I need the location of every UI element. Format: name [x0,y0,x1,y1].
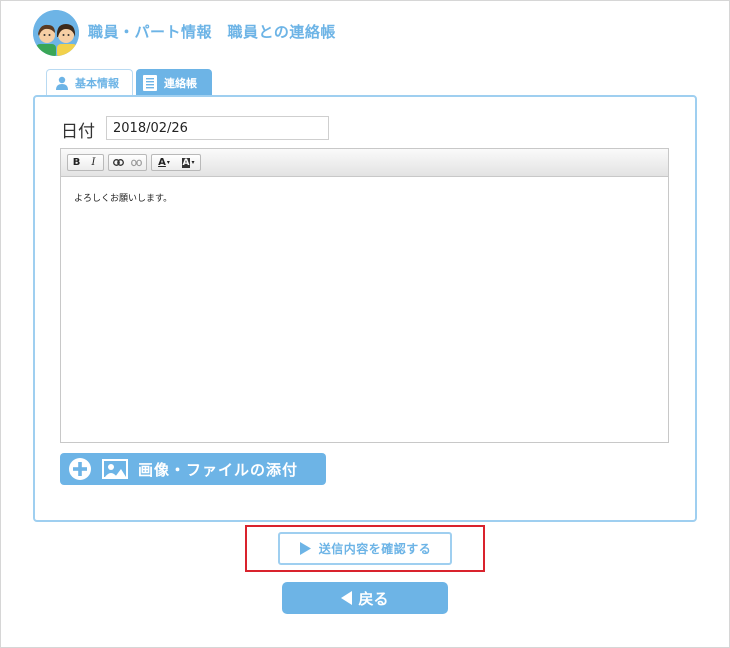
tab-basic-info-label: 基本情報 [75,77,119,90]
bg-color-button[interactable]: A ▾ [176,155,200,170]
unlink-icon [130,159,142,166]
editor-toolbar: B I A ▾ A ▾ [61,149,668,177]
back-arrow-icon [341,591,353,605]
date-label: 日付 [61,122,95,142]
plus-circle-icon [69,458,91,480]
back-label: 戻る [358,589,389,608]
tab-basic-info[interactable]: 基本情報 [46,69,133,96]
link-icon [112,159,124,166]
unlink-button[interactable] [127,155,145,170]
color-group: A ▾ A ▾ [151,154,201,171]
caret-down-icon: ▾ [166,159,170,166]
confirm-submission-label: 送信内容を確認する [318,542,432,556]
tab-notebook-label: 連絡帳 [164,76,197,90]
page-title: 職員・パート情報 職員との連絡帳 [88,23,336,41]
italic-button[interactable]: I [85,155,102,170]
confirm-submission-button[interactable]: 送信内容を確認する [278,532,452,565]
text-color-label: A [158,157,166,168]
link-group [108,154,147,171]
format-group: B I [67,154,104,171]
attach-file-button[interactable]: 画像・ファイルの添付 [60,453,326,485]
staff-avatar-icon [33,10,79,56]
bold-button[interactable]: B [68,155,85,170]
editor-content[interactable]: よろしくお願いします。 [61,177,668,218]
text-color-button[interactable]: A ▾ [152,155,176,170]
caret-down-icon: ▾ [191,159,195,166]
bg-color-label: A [181,157,191,168]
notebook-icon [142,74,158,92]
play-arrow-icon [299,542,311,555]
date-input[interactable] [106,116,329,140]
user-icon [55,76,69,90]
tab-notebook[interactable]: 連絡帳 [136,69,212,96]
image-icon [102,459,128,479]
link-button[interactable] [109,155,127,170]
back-button[interactable]: 戻る [282,582,448,614]
attach-file-label: 画像・ファイルの添付 [138,460,299,479]
rich-text-editor: B I A ▾ A ▾ よろしくお願いします。 [60,148,669,443]
